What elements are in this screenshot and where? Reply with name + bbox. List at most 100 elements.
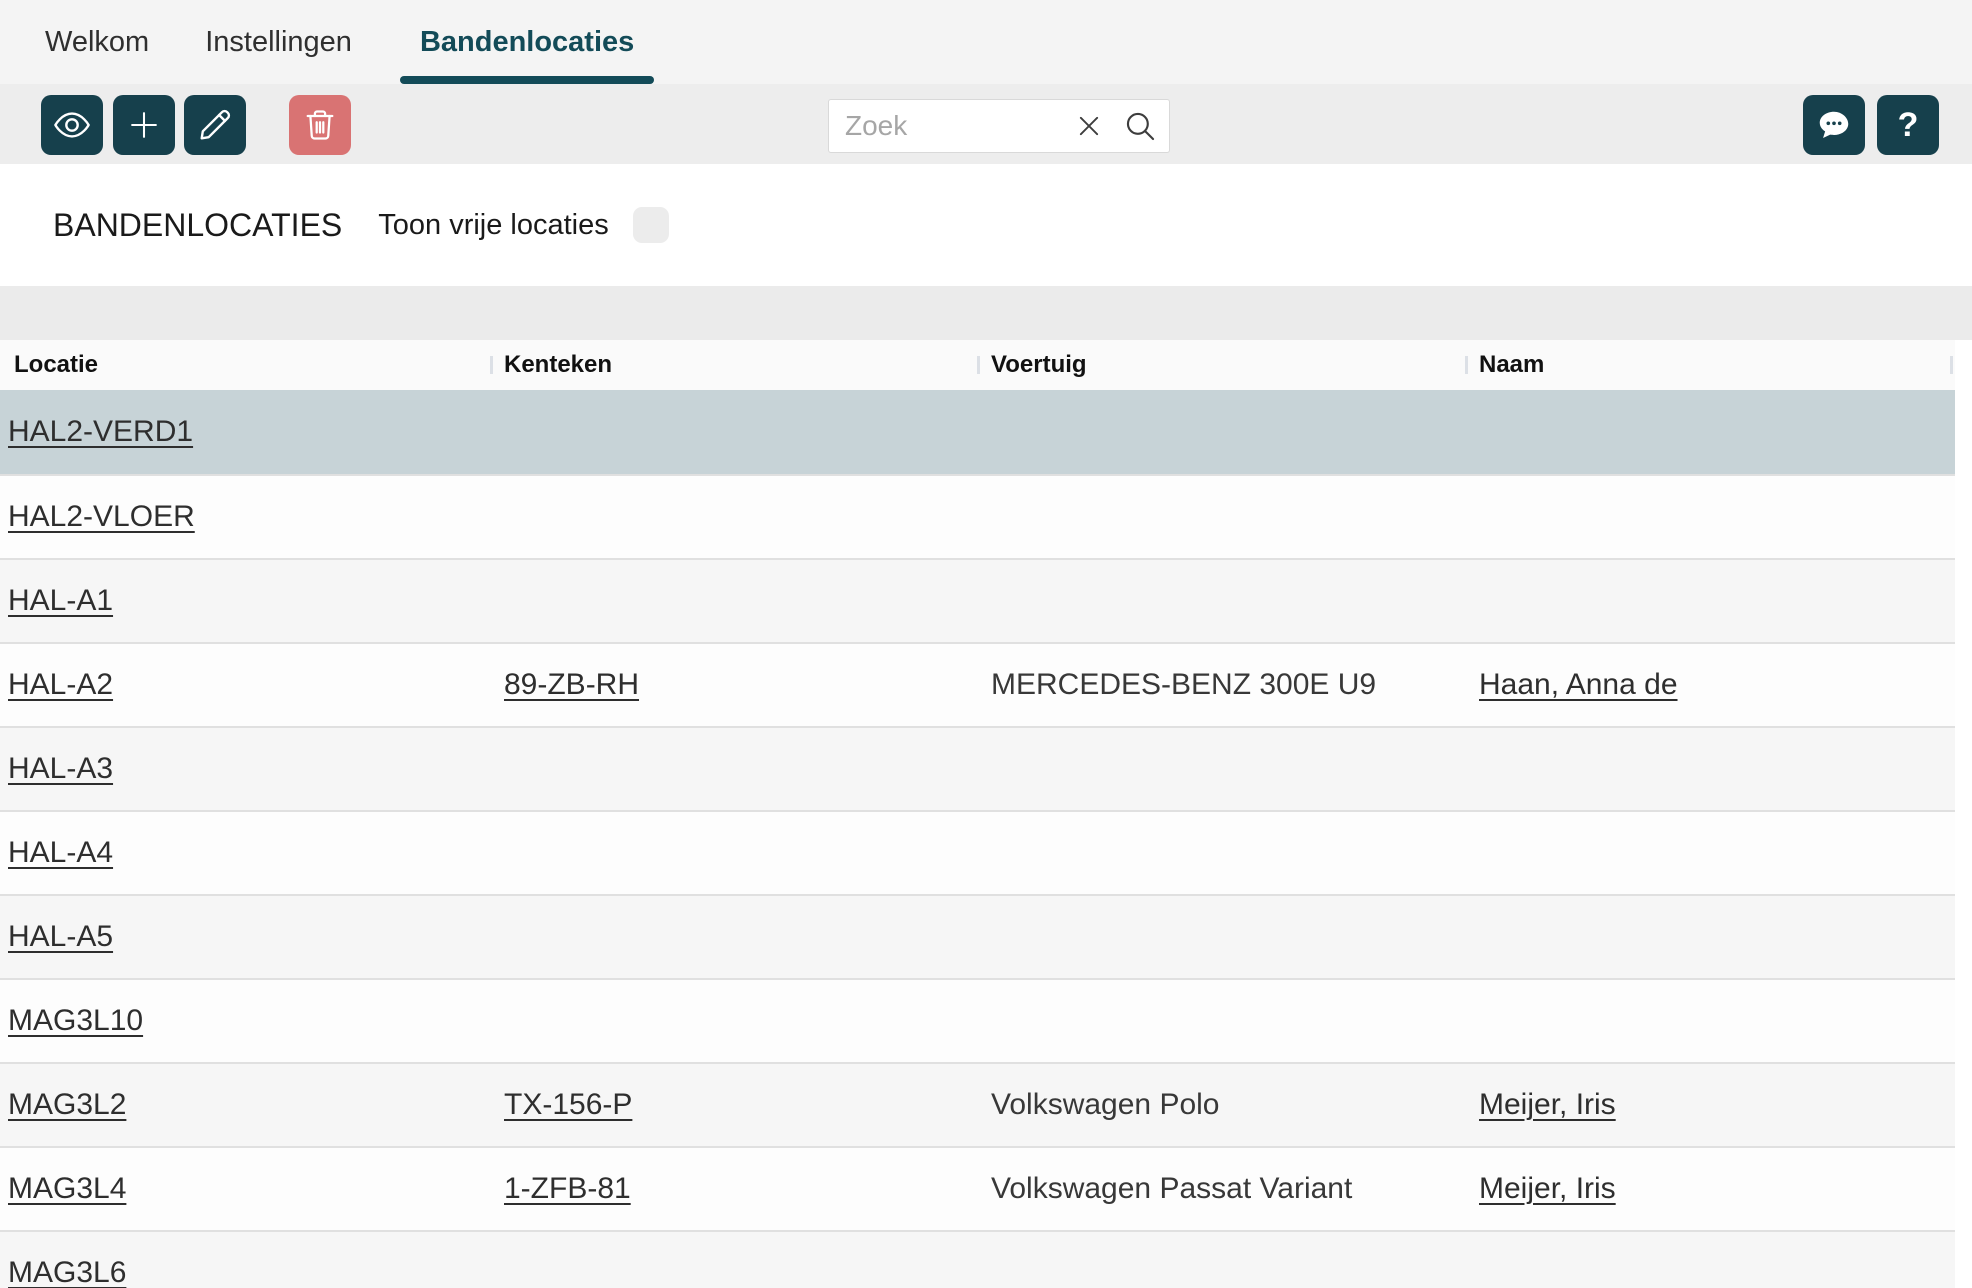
locatie-link[interactable]: MAG3L10 <box>8 1004 143 1038</box>
cell-voertuig <box>977 560 1465 642</box>
locatie-link[interactable]: HAL-A1 <box>8 584 113 618</box>
cell-kenteken <box>490 1232 977 1288</box>
cell-kenteken <box>490 390 977 474</box>
tab-bandenlocaties[interactable]: Bandenlocaties <box>400 0 654 84</box>
delete-button[interactable] <box>289 95 351 155</box>
naam-link[interactable]: Meijer, Iris <box>1479 1088 1616 1122</box>
search-icon[interactable] <box>1123 109 1157 143</box>
table-header: LocatieKentekenVoertuigNaam <box>0 340 1955 390</box>
cell-locatie: MAG3L6 <box>0 1232 490 1288</box>
locatie-link[interactable]: MAG3L4 <box>8 1172 126 1206</box>
cell-naam <box>1465 390 1955 474</box>
cell-voertuig <box>977 980 1465 1062</box>
cell-locatie: HAL-A1 <box>0 560 490 642</box>
cell-kenteken: 1-ZFB-81 <box>490 1148 977 1230</box>
kenteken-link[interactable]: TX-156-P <box>504 1088 632 1122</box>
kenteken-link[interactable]: 89-ZB-RH <box>504 668 639 702</box>
kenteken-link[interactable]: 1-ZFB-81 <box>504 1172 631 1206</box>
cell-voertuig <box>977 476 1465 558</box>
view-button[interactable] <box>41 95 103 155</box>
cell-voertuig <box>977 896 1465 978</box>
cell-voertuig: MERCEDES-BENZ 300E U9 <box>977 644 1465 726</box>
cell-naam <box>1465 1232 1955 1288</box>
table-row[interactable]: HAL-A1 <box>0 558 1955 642</box>
search-input[interactable] <box>829 110 1075 142</box>
feedback-button[interactable] <box>1803 95 1865 155</box>
cell-kenteken <box>490 476 977 558</box>
column-header-kenteken[interactable]: Kenteken <box>490 340 977 390</box>
cell-naam <box>1465 812 1955 894</box>
add-button[interactable] <box>113 95 175 155</box>
table-row[interactable]: MAG3L4 1-ZFB-81 Volkswagen Passat Variant M… <box>0 1146 1955 1230</box>
locatie-link[interactable]: HAL-A2 <box>8 668 113 702</box>
locatie-link[interactable]: HAL-A4 <box>8 836 113 870</box>
plus-icon <box>125 106 163 144</box>
cell-locatie: MAG3L10 <box>0 980 490 1062</box>
pencil-icon <box>196 106 234 144</box>
table-row[interactable]: HAL-A5 <box>0 894 1955 978</box>
cell-locatie: MAG3L2 <box>0 1064 490 1146</box>
cell-kenteken <box>490 980 977 1062</box>
cell-kenteken <box>490 728 977 810</box>
cell-voertuig: Volkswagen Passat Variant <box>977 1148 1465 1230</box>
cell-locatie: HAL-A3 <box>0 728 490 810</box>
cell-voertuig <box>977 812 1465 894</box>
cell-naam <box>1465 476 1955 558</box>
locatie-link[interactable]: HAL-A5 <box>8 920 113 954</box>
cell-voertuig: Volkswagen Polo <box>977 1064 1465 1146</box>
eye-icon <box>53 106 91 144</box>
cell-kenteken: 89-ZB-RH <box>490 644 977 726</box>
table-row[interactable]: HAL-A3 <box>0 726 1955 810</box>
help-button[interactable]: ? <box>1877 95 1939 155</box>
group-band <box>0 286 1972 340</box>
naam-link[interactable]: Meijer, Iris <box>1479 1172 1616 1206</box>
cell-voertuig <box>977 390 1465 474</box>
table-row[interactable]: HAL2-VLOER <box>0 474 1955 558</box>
locatie-link[interactable]: HAL2-VLOER <box>8 500 195 534</box>
cell-naam <box>1465 728 1955 810</box>
trash-icon <box>302 107 338 143</box>
table-row[interactable]: HAL-A2 89-ZB-RH MERCEDES-BENZ 300E U9 Haan,… <box>0 642 1955 726</box>
cell-naam <box>1465 896 1955 978</box>
toggle-label: Toon vrije locaties <box>378 209 609 242</box>
table-row[interactable]: MAG3L6 <box>0 1230 1955 1288</box>
column-header-locatie[interactable]: Locatie <box>0 340 490 390</box>
question-icon: ? <box>1898 108 1919 142</box>
clear-search-icon[interactable] <box>1075 112 1103 140</box>
table-row[interactable]: MAG3L10 <box>0 978 1955 1062</box>
cell-naam: Meijer, Iris <box>1465 1064 1955 1146</box>
tab-instellingen[interactable]: Instellingen <box>197 0 360 84</box>
locatie-link[interactable]: MAG3L6 <box>8 1256 126 1288</box>
table-row[interactable]: MAG3L2 TX-156-P Volkswagen Polo Meijer, Iri… <box>0 1062 1955 1146</box>
locations-table: LocatieKentekenVoertuigNaam HAL2-VERD1 HA… <box>0 340 1955 1288</box>
naam-link[interactable]: Haan, Anna de <box>1479 668 1678 702</box>
tab-welkom[interactable]: Welkom <box>37 0 157 84</box>
locatie-link[interactable]: HAL-A3 <box>8 752 113 786</box>
cell-locatie: HAL-A2 <box>0 644 490 726</box>
locatie-link[interactable]: HAL2-VERD1 <box>8 415 193 449</box>
voertuig-text: Volkswagen Polo <box>991 1088 1220 1122</box>
search-box <box>828 99 1170 153</box>
cell-kenteken <box>490 812 977 894</box>
cell-locatie: MAG3L4 <box>0 1148 490 1230</box>
cell-locatie: HAL-A5 <box>0 896 490 978</box>
cell-kenteken <box>490 560 977 642</box>
table-row[interactable]: HAL2-VERD1 <box>0 390 1955 474</box>
cell-naam <box>1465 560 1955 642</box>
page-title: BANDENLOCATIES <box>53 207 342 244</box>
cell-locatie: HAL2-VLOER <box>0 476 490 558</box>
cell-locatie: HAL-A4 <box>0 812 490 894</box>
locatie-link[interactable]: MAG3L2 <box>8 1088 126 1122</box>
free-locations-checkbox[interactable] <box>633 207 669 243</box>
cell-naam: Haan, Anna de <box>1465 644 1955 726</box>
cell-voertuig <box>977 728 1465 810</box>
page-header: BANDENLOCATIES Toon vrije locaties <box>0 164 1972 286</box>
column-header-naam[interactable]: Naam <box>1465 340 1955 390</box>
cell-kenteken: TX-156-P <box>490 1064 977 1146</box>
edit-button[interactable] <box>184 95 246 155</box>
column-header-voertuig[interactable]: Voertuig <box>977 340 1465 390</box>
cell-naam: Meijer, Iris <box>1465 1148 1955 1230</box>
table-row[interactable]: HAL-A4 <box>0 810 1955 894</box>
cell-locatie: HAL2-VERD1 <box>0 390 490 474</box>
toolbar: ? <box>0 84 1972 164</box>
